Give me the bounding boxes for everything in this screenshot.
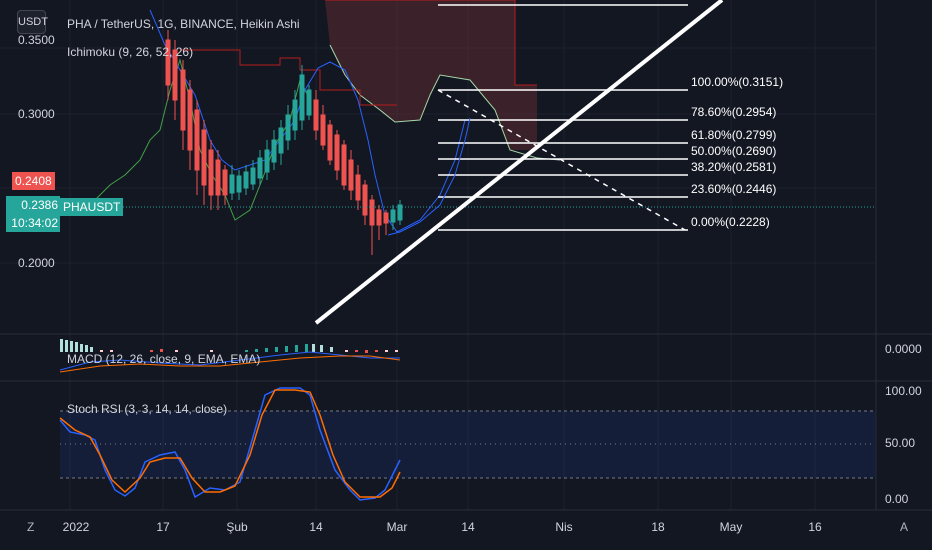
fib-label-382: 38.20%(0.2581) [691, 160, 777, 174]
main-legend[interactable]: PHA / TetherUS, 1G, BINANCE, Heikin Ashi [67, 17, 300, 31]
macd-axis-label: 0.0000 [885, 342, 922, 356]
fib-label-236: 23.60%(0.2446) [691, 182, 777, 196]
time-label-1: 17 [156, 520, 170, 534]
fib-label-50: 50.00%(0.2690) [691, 144, 777, 158]
time-label-3: 14 [309, 520, 323, 534]
price-label-2: 0.2000 [18, 256, 55, 270]
price-label-1: 0.3000 [18, 107, 55, 121]
currency-badge[interactable]: USDT [17, 10, 48, 34]
time-label-8: May [719, 520, 743, 534]
time-label-5: 14 [461, 520, 475, 534]
current-price-badge: 0.2386 10:34:02 [6, 196, 60, 232]
ticker-label: PHAUSDT [60, 198, 124, 216]
countdown-timer: 10:34:02 [11, 216, 58, 230]
auto-scale-button[interactable]: A [900, 520, 908, 534]
stoch-band [60, 411, 875, 478]
stoch-axis-100: 100.00 [885, 384, 922, 398]
fib-label-618: 61.80%(0.2799) [691, 128, 777, 142]
chart-canvas[interactable] [0, 0, 932, 550]
fib-label-786: 78.60%(0.2954) [691, 105, 777, 119]
time-label-0: 2022 [62, 520, 90, 534]
timezone-button[interactable]: Z [27, 520, 34, 534]
time-label-2: Şub [226, 520, 248, 534]
ichimoku-legend[interactable]: Ichimoku (9, 26, 52, 26) [67, 45, 193, 59]
time-label-7: 18 [651, 520, 665, 534]
fib-label-0: 0.00%(0.2228) [691, 215, 770, 229]
time-label-6: Nis [555, 520, 573, 534]
time-label-4: Mar [386, 520, 408, 534]
stoch-axis-50: 50.00 [885, 436, 916, 450]
time-label-9: 16 [808, 520, 822, 534]
current-price-value: 0.2386 [21, 198, 58, 212]
macd-legend[interactable]: MACD (12, 26, close, 9, EMA, EMA) [67, 352, 260, 366]
price-label-0: 0.3500 [18, 33, 55, 47]
red-price-badge: 0.2408 [12, 172, 55, 190]
stoch-legend[interactable]: Stoch RSI (3, 3, 14, 14, close) [67, 402, 227, 416]
stoch-axis-0: 0.00 [885, 492, 909, 506]
fib-label-100: 100.00%(0.3151) [691, 75, 784, 89]
